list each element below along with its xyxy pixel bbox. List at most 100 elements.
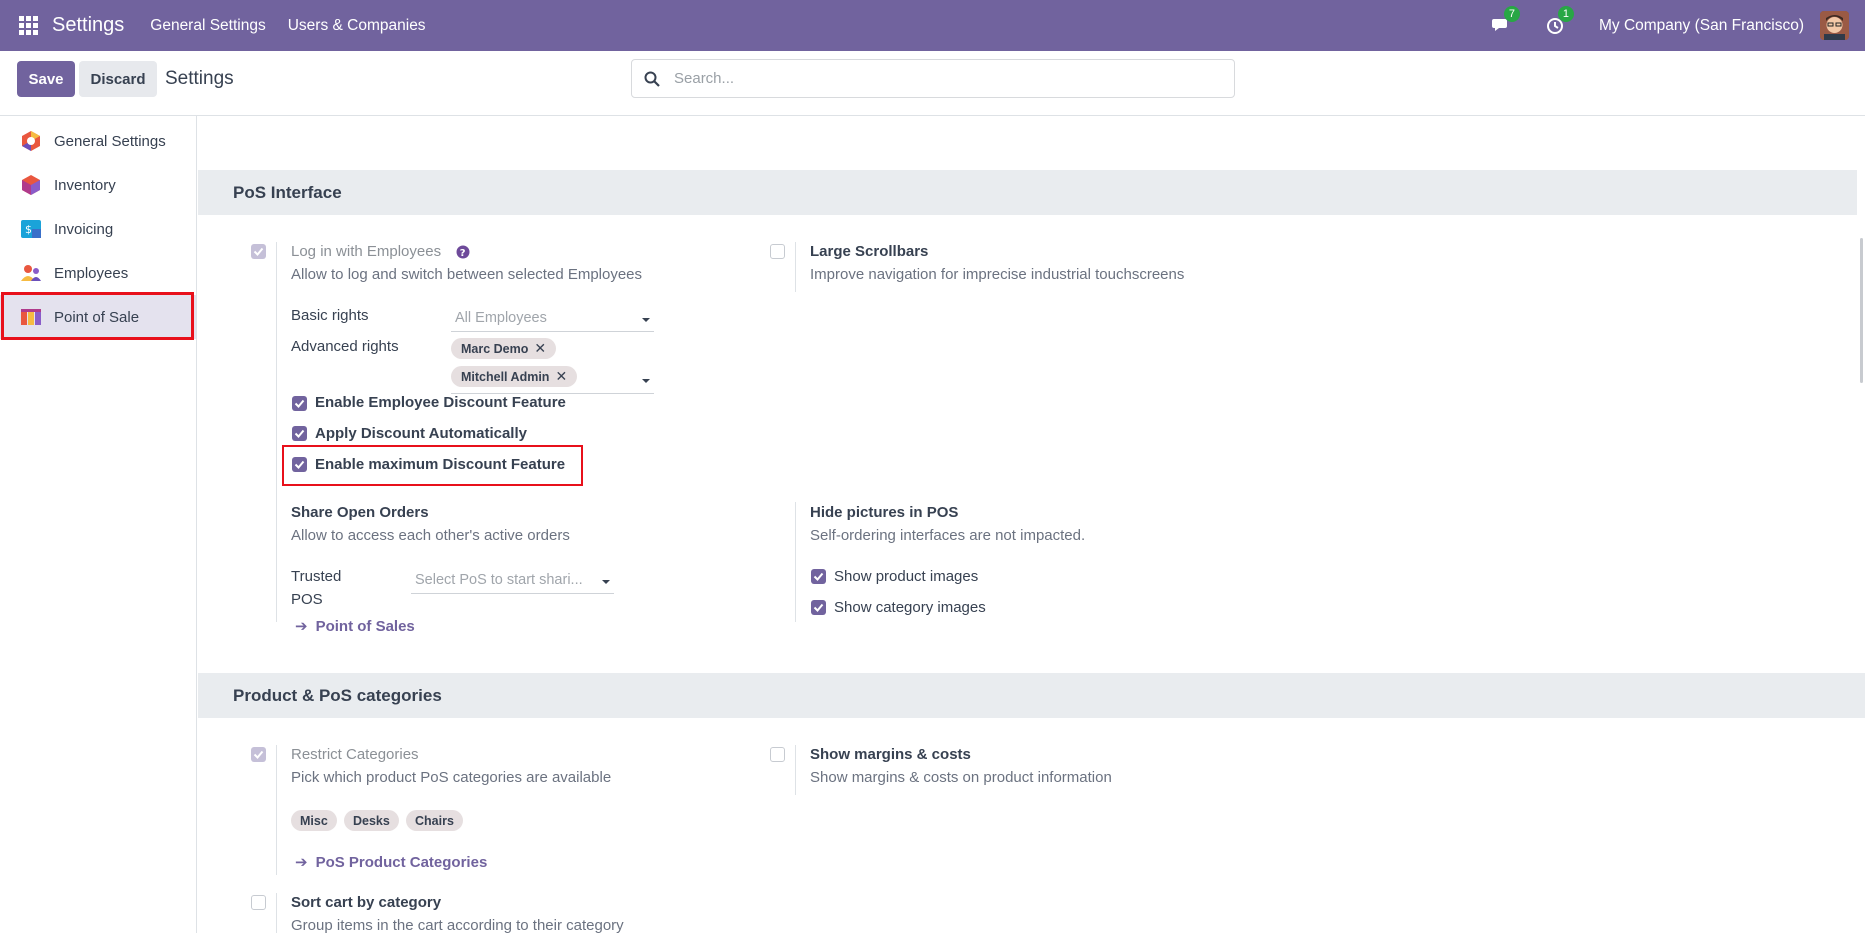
share-orders-label: Share Open Orders [291,504,429,521]
top-navbar: Settings General Settings Users & Compan… [0,0,1865,51]
messages-badge: 7 [1503,5,1520,22]
sidebar-item-invoicing[interactable]: $ Invoicing [0,207,196,251]
share-orders-description: Allow to access each other's active orde… [291,527,570,544]
sidebar-item-label: Employees [54,264,129,282]
point-of-sales-link[interactable]: ➔ Point of Sales [295,617,415,635]
large-scrollbars-label: Large Scrollbars [810,243,929,260]
chevron-down-icon [602,580,610,584]
tag-marc-demo: Marc Demo ✕ [451,338,557,359]
activities-badge: 1 [1557,5,1574,22]
inventory-icon [22,175,40,195]
menu-users-companies[interactable]: Users & Companies [288,17,426,35]
show-category-images-label: Show category images [834,599,986,616]
app-title[interactable]: Settings [52,14,124,37]
save-button[interactable]: Save [17,61,75,97]
general-settings-icon [22,131,40,151]
tag-mitchell-admin: Mitchell Admin ✕ [451,366,578,387]
login-employees-label: Log in with Employees [291,243,442,260]
chevron-down-icon [642,318,650,322]
scrollbar[interactable] [1857,116,1865,383]
menu-general-settings[interactable]: General Settings [150,17,265,35]
divider [795,502,796,622]
svg-text:?: ? [460,248,466,259]
company-switcher[interactable]: My Company (San Francisco) [1599,17,1804,35]
trusted-pos-label-line2: POS [291,591,323,608]
tag-label: Mitchell Admin [461,369,550,384]
link-label: PoS Product Categories [315,854,488,871]
discard-button[interactable]: Discard [79,61,157,97]
sidebar-item-general-settings[interactable]: General Settings [0,119,196,163]
link-label: Point of Sales [315,618,415,635]
divider [276,242,277,522]
arrow-right-icon: ➔ [295,854,308,871]
page-title: Settings [165,68,234,89]
divider [276,502,277,622]
arrow-right-icon: ➔ [295,618,308,635]
highlight-box-max-discount [282,445,583,486]
settings-content: PoS Interface Log in with Employees ? Al… [198,117,1865,933]
basic-rights-placeholder: All Employees [455,310,547,326]
search-icon [644,71,660,87]
section-header-pos-interface: PoS Interface [198,170,1865,215]
activities-button[interactable]: 1 [1545,5,1574,37]
help-icon[interactable]: ? [456,245,470,259]
remove-tag-icon[interactable]: ✕ [534,340,546,357]
basic-rights-label: Basic rights [291,307,369,324]
sidebar-item-label: Inventory [54,176,116,194]
invoicing-icon: $ [21,220,41,238]
divider [276,745,277,875]
employee-discount-label: Enable Employee Discount Feature [315,394,566,411]
user-avatar-icon [1820,11,1849,40]
svg-text:$: $ [25,223,32,236]
section-title: Product & PoS categories [233,685,442,705]
show-margins-description: Show margins & costs on product informat… [810,769,1112,786]
show-category-images-checkbox[interactable] [811,600,826,615]
apps-grid-icon[interactable] [19,15,39,36]
show-margins-label: Show margins & costs [810,746,971,763]
hide-pictures-label: Hide pictures in POS [810,504,959,521]
messages-button[interactable]: 7 [1491,5,1520,37]
pos-product-categories-link[interactable]: ➔ PoS Product Categories [295,853,487,871]
login-employees-checkbox[interactable] [251,244,266,259]
user-avatar[interactable] [1820,11,1849,40]
employees-icon [21,265,41,281]
divider [276,893,277,933]
basic-rights-select[interactable]: All Employees [451,307,654,332]
large-scrollbars-description: Improve navigation for imprecise industr… [810,266,1185,283]
restrict-categories-checkbox[interactable] [251,747,266,762]
scrollbar-thumb[interactable] [1860,238,1863,383]
sort-cart-checkbox[interactable] [251,895,266,910]
apply-discount-checkbox[interactable] [292,426,307,441]
login-employees-description: Allow to log and switch between selected… [291,266,643,283]
section-header-product-categories: Product & PoS categories [198,673,1865,718]
show-margins-checkbox[interactable] [770,747,785,762]
section-title: PoS Interface [233,182,342,202]
show-product-images-checkbox[interactable] [811,569,826,584]
sidebar-item-employees[interactable]: Employees [0,251,196,295]
tag-chairs: Chairs [406,810,463,831]
hide-pictures-description: Self-ordering interfaces are not impacte… [810,527,1086,544]
trusted-pos-select[interactable]: Select PoS to start shari... [411,569,614,594]
search-input[interactable] [674,70,1214,87]
sidebar-item-label: General Settings [54,132,166,150]
settings-sidebar: General Settings Inventory $ Invoicing E… [0,116,197,933]
sidebar-item-inventory[interactable]: Inventory [0,163,196,207]
divider [795,745,796,795]
apply-discount-label: Apply Discount Automatically [315,425,527,442]
divider [795,242,796,292]
tag-label: Marc Demo [461,341,529,356]
highlight-box-sidebar [1,292,194,340]
tag-desks: Desks [344,810,399,831]
chevron-down-icon [642,379,650,383]
advanced-rights-label: Advanced rights [291,338,399,355]
trusted-pos-placeholder: Select PoS to start shari... [415,572,583,588]
control-panel: Save Discard Settings [0,51,1865,116]
large-scrollbars-checkbox[interactable] [770,244,785,259]
remove-tag-icon[interactable]: ✕ [555,368,567,385]
sort-cart-label: Sort cart by category [291,894,442,911]
search-bar[interactable] [631,59,1235,98]
employee-discount-checkbox[interactable] [292,396,307,411]
restrict-categories-label: Restrict Categories [291,746,419,763]
restrict-categories-description: Pick which product PoS categories are av… [291,769,612,786]
sort-cart-description: Group items in the cart according to the… [291,917,624,933]
